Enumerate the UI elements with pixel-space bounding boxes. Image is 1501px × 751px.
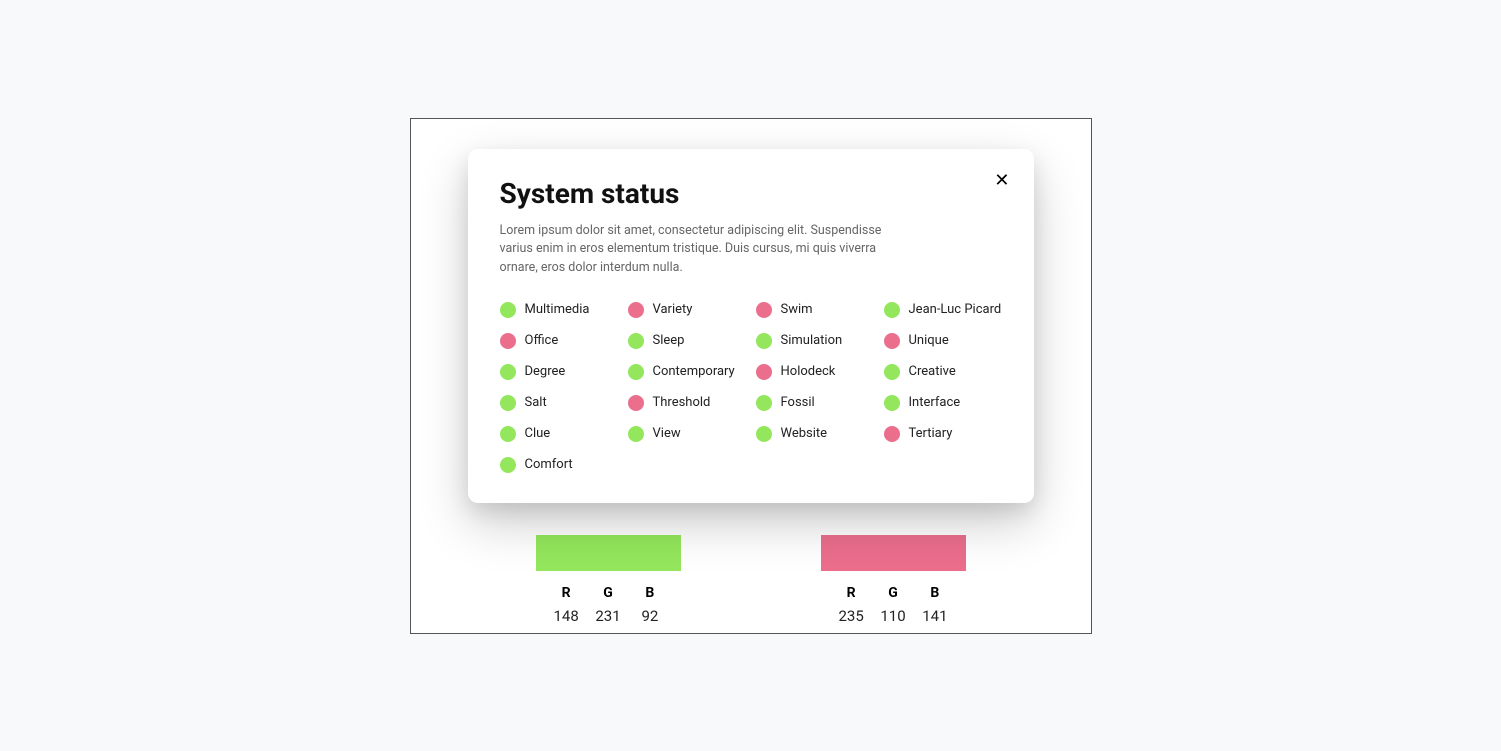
status-label: Sleep (653, 333, 685, 348)
status-dot-icon (500, 364, 516, 380)
rgb-value-b: 92 (629, 607, 670, 625)
status-item: Interface (884, 395, 1002, 411)
status-dot-icon (756, 364, 772, 380)
status-item: Jean-Luc Picard (884, 302, 1002, 318)
status-item: Multimedia (500, 302, 618, 318)
status-label: Unique (909, 333, 949, 348)
status-label: Creative (909, 364, 956, 379)
color-swatches: R G B 148 231 92 R G B 235 110 141 (411, 535, 1091, 625)
status-label: Threshold (653, 395, 711, 410)
status-item: Creative (884, 364, 1002, 380)
rgb-label-r: R (546, 585, 587, 601)
system-status-dialog: ✕ System status Lorem ipsum dolor sit am… (468, 149, 1034, 503)
close-icon: ✕ (994, 170, 1009, 190)
rgb-label-b: B (914, 585, 955, 601)
status-label: Interface (909, 395, 961, 410)
status-dot-icon (628, 364, 644, 380)
rgb-value-g: 110 (872, 607, 913, 625)
status-label: Office (525, 333, 559, 348)
rgb-header-row: R G B (821, 585, 966, 601)
status-label: Salt (525, 395, 547, 410)
status-dot-icon (628, 302, 644, 318)
status-label: Multimedia (525, 302, 590, 317)
dialog-description: Lorem ipsum dolor sit amet, consectetur … (500, 222, 900, 278)
status-label: Tertiary (909, 426, 953, 441)
status-column-3: Jean-Luc Picard Unique Creative Interfac… (884, 302, 1002, 473)
dialog-title: System status (500, 177, 1002, 210)
status-item: Fossil (756, 395, 874, 411)
status-dot-icon (884, 302, 900, 318)
status-label: Holodeck (781, 364, 836, 379)
rgb-value-r: 235 (831, 607, 872, 625)
status-dot-icon (756, 426, 772, 442)
status-dot-icon (628, 333, 644, 349)
status-label: Variety (653, 302, 693, 317)
status-dot-icon (628, 395, 644, 411)
status-dot-icon (756, 395, 772, 411)
rgb-value-row: 235 110 141 (821, 607, 966, 625)
status-label: Contemporary (653, 364, 735, 379)
status-label: View (653, 426, 681, 441)
status-item: Website (756, 426, 874, 442)
status-dot-icon (500, 333, 516, 349)
swatch-color-icon (821, 535, 966, 571)
status-item: Simulation (756, 333, 874, 349)
status-dot-icon (500, 457, 516, 473)
status-label: Jean-Luc Picard (909, 302, 1002, 317)
status-item: Variety (628, 302, 746, 318)
rgb-label-b: B (629, 585, 670, 601)
rgb-label-g: G (587, 585, 628, 601)
status-item: Comfort (500, 457, 618, 473)
status-item: Tertiary (884, 426, 1002, 442)
status-dot-icon (500, 426, 516, 442)
status-grid: Multimedia Office Degree Salt Clue Comfo… (500, 302, 1002, 473)
rgb-label-g: G (872, 585, 913, 601)
status-item: Holodeck (756, 364, 874, 380)
status-dot-icon (628, 426, 644, 442)
status-dot-icon (884, 333, 900, 349)
status-item: Salt (500, 395, 618, 411)
status-item: Office (500, 333, 618, 349)
rgb-value-g: 231 (587, 607, 628, 625)
close-button[interactable]: ✕ (990, 167, 1013, 193)
frame: ✕ System status Lorem ipsum dolor sit am… (410, 118, 1092, 634)
status-item: Swim (756, 302, 874, 318)
status-dot-icon (756, 302, 772, 318)
status-label: Degree (525, 364, 566, 379)
status-label: Comfort (525, 457, 573, 472)
rgb-label-r: R (831, 585, 872, 601)
status-item: Unique (884, 333, 1002, 349)
status-label: Simulation (781, 333, 843, 348)
status-dot-icon (756, 333, 772, 349)
rgb-value-b: 141 (914, 607, 955, 625)
status-dot-icon (884, 426, 900, 442)
status-column-2: Swim Simulation Holodeck Fossil Website (756, 302, 874, 473)
rgb-header-row: R G B (536, 585, 681, 601)
status-label: Clue (525, 426, 551, 441)
status-label: Fossil (781, 395, 815, 410)
swatch-red: R G B 235 110 141 (821, 535, 966, 625)
status-label: Swim (781, 302, 813, 317)
status-item: View (628, 426, 746, 442)
status-column-1: Variety Sleep Contemporary Threshold Vie… (628, 302, 746, 473)
rgb-value-row: 148 231 92 (536, 607, 681, 625)
status-dot-icon (500, 395, 516, 411)
status-item: Degree (500, 364, 618, 380)
status-column-0: Multimedia Office Degree Salt Clue Comfo… (500, 302, 618, 473)
status-item: Contemporary (628, 364, 746, 380)
status-item: Clue (500, 426, 618, 442)
status-dot-icon (884, 395, 900, 411)
rgb-value-r: 148 (546, 607, 587, 625)
swatch-green: R G B 148 231 92 (536, 535, 681, 625)
status-dot-icon (500, 302, 516, 318)
status-item: Sleep (628, 333, 746, 349)
status-dot-icon (884, 364, 900, 380)
swatch-color-icon (536, 535, 681, 571)
status-item: Threshold (628, 395, 746, 411)
status-label: Website (781, 426, 828, 441)
